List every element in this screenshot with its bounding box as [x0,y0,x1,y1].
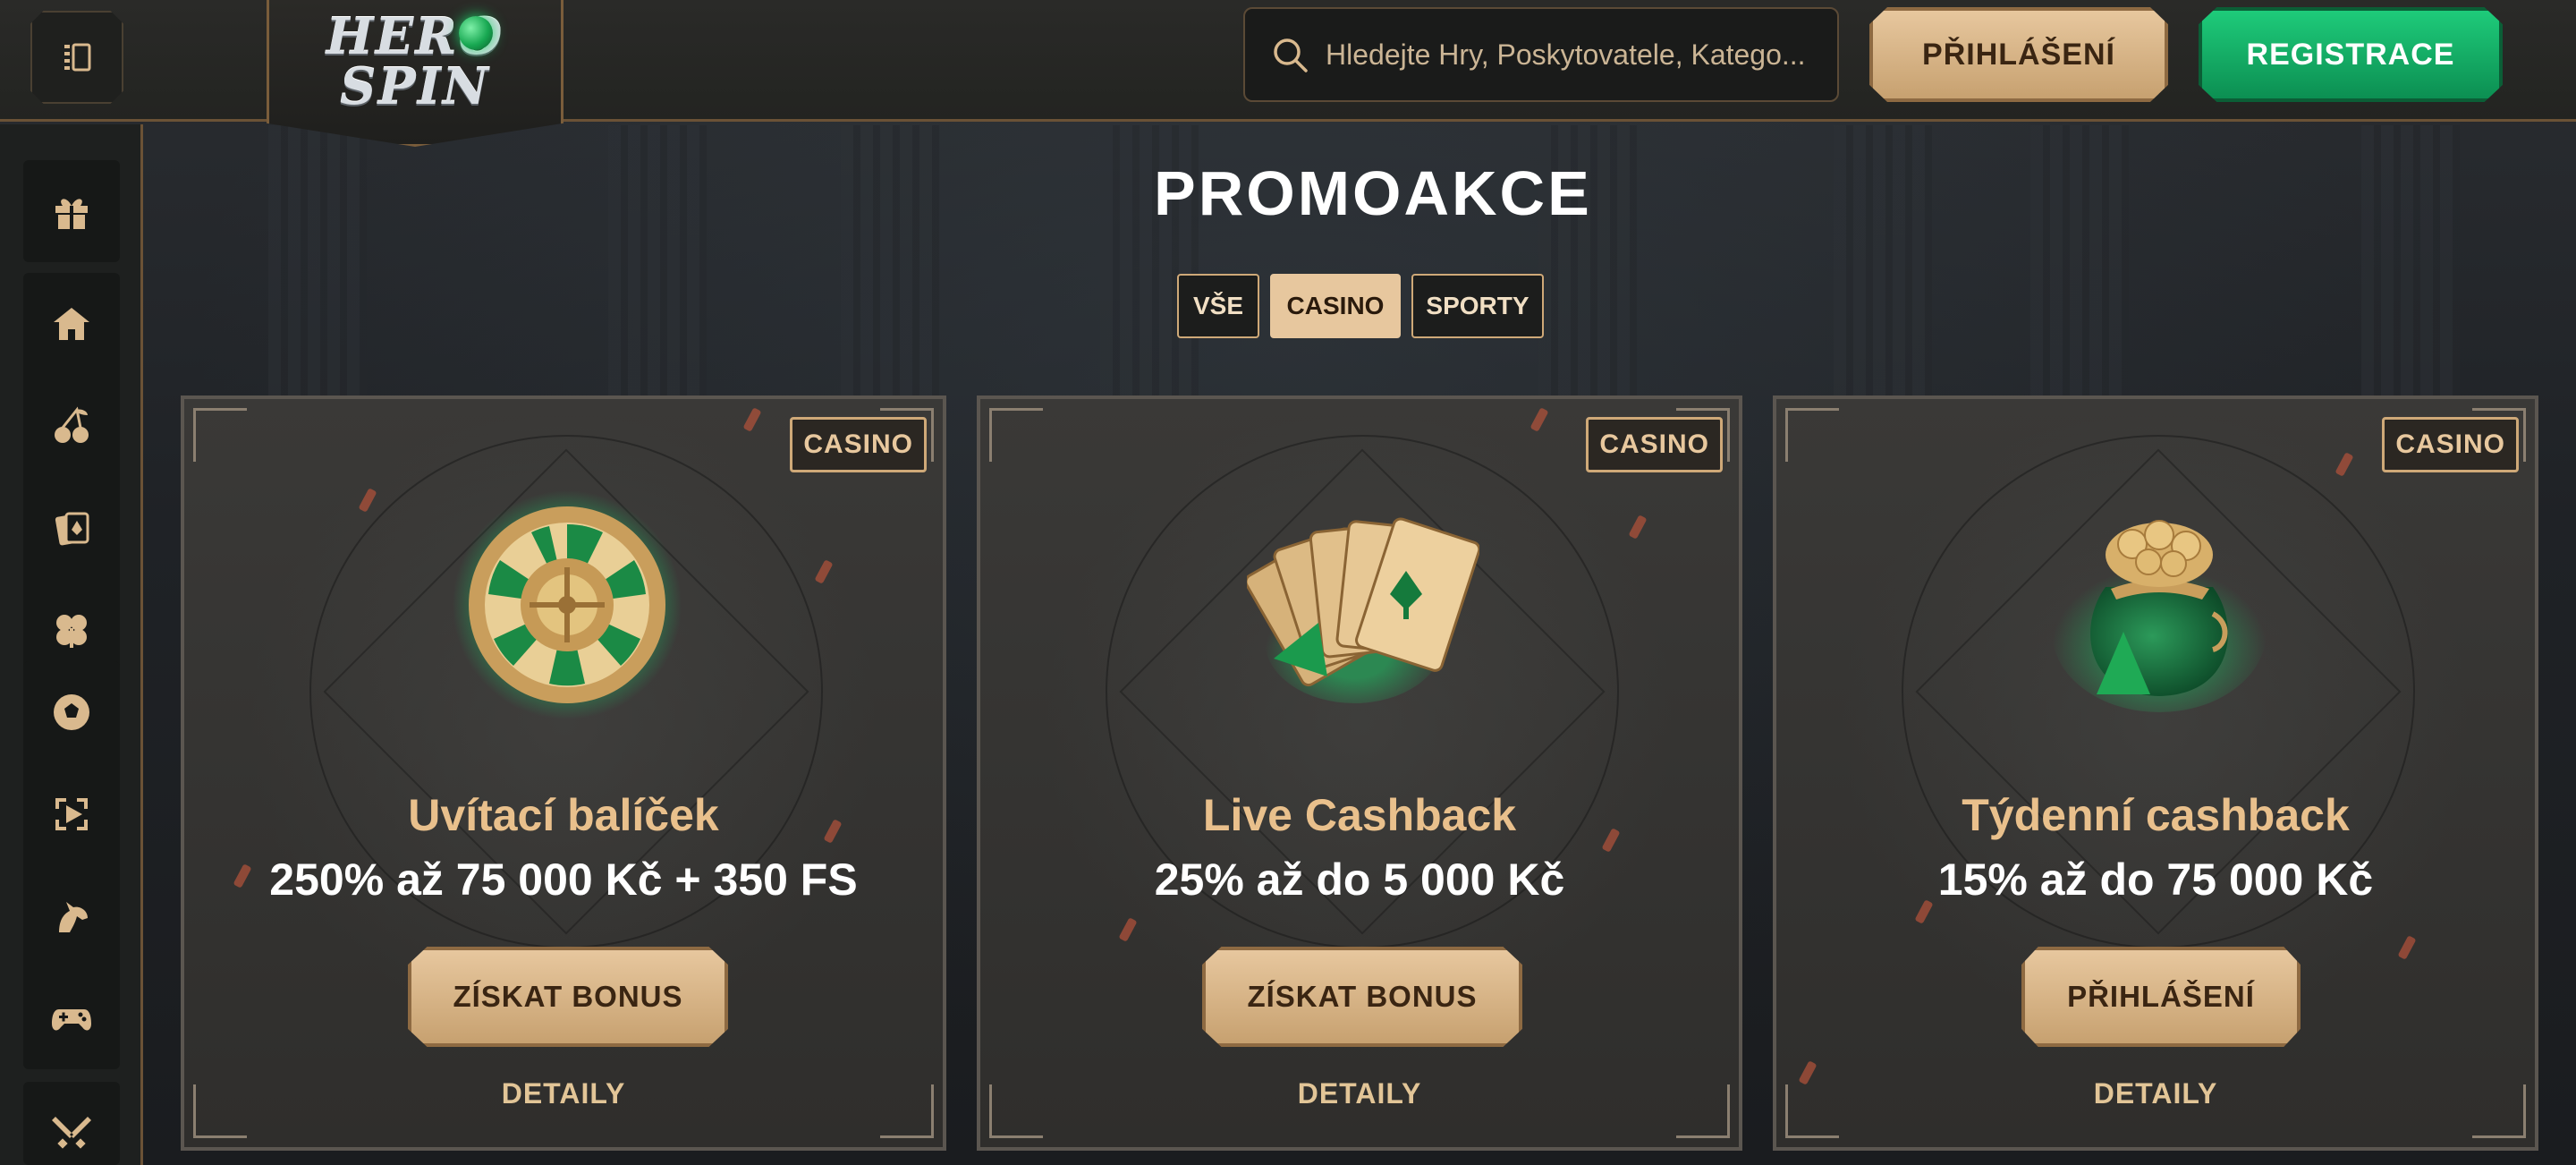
details-link[interactable]: DETAILY [1776,1077,2535,1110]
home-icon [54,308,89,340]
background-column [268,125,367,403]
page-title: PROMOAKCE [1154,158,1592,228]
ember-decoration [2397,935,2417,960]
football-icon [54,694,89,730]
promo-card: CASINO Uvítací balíček 250% až 75 000 Kč… [181,395,946,1151]
ember-decoration [814,559,834,584]
sidebar-item-racing[interactable] [23,865,120,967]
background-column [2030,125,2129,403]
search-bar[interactable] [1243,7,1839,102]
category-badge: CASINO [2382,417,2519,472]
login-button[interactable]: PŘIHLÁŠENÍ [2021,947,2301,1047]
menu-toggle-button[interactable] [30,11,123,104]
sidebar-group-esports [23,1082,120,1165]
search-input[interactable] [1326,38,1826,72]
card-offer: 15% až do 75 000 Kč [1937,855,2374,905]
ember-decoration [1530,407,1549,432]
ember-decoration [1628,514,1648,540]
sidebar-group-sport [23,661,120,1069]
promo-card: CASINO Týdenní cashback 15% až do 75 000… [1773,395,2538,1151]
card-offer: 250% až 75 000 Kč + 350 FS [269,855,858,905]
card-corner-ornament [1785,408,1839,462]
gamepad-icon [52,1009,91,1031]
logo-text-bottom: SPIN [340,56,490,116]
card-title: Týdenní cashback [1962,790,2350,840]
sidebar-group-casino [23,273,120,681]
background-column [2361,125,2460,403]
ember-decoration [1118,917,1138,942]
card-corner-ornament [193,408,247,462]
background-column [841,125,939,403]
promo-card: CASINO Live Cashback 25% až do 5 000 Kč … [977,395,1742,1151]
playing-cards-icon [1247,517,1479,703]
money-bag-icon [2052,520,2267,712]
cards-icon [55,512,89,546]
filter-tab-sports[interactable]: SPORTY [1411,274,1544,338]
background-column [1834,125,1932,403]
swords-icon [52,1117,91,1149]
live-play-icon [55,798,88,830]
sidebar-item-home[interactable] [23,273,120,375]
card-title: Uvítací balíček [408,790,719,840]
sidebar-item-games[interactable] [23,967,120,1069]
filter-tab-casino[interactable]: CASINO [1270,274,1401,338]
details-link[interactable]: DETAILY [184,1077,943,1110]
search-icon [1274,38,1308,72]
claim-bonus-button[interactable]: ZÍSKAT BONUS [1202,947,1522,1047]
filter-tab-all[interactable]: VŠE [1177,274,1259,338]
logo[interactable]: HERO SPIN [267,0,564,147]
card-title: Live Cashback [1202,790,1517,840]
details-link[interactable]: DETAILY [980,1077,1739,1110]
gift-icon [55,199,88,229]
horse-icon [59,902,88,932]
category-badge: CASINO [1586,417,1723,472]
sidebar-item-sports[interactable] [23,661,120,763]
sidebar-item-live[interactable] [23,763,120,865]
sidebar-item-esports[interactable] [23,1082,120,1165]
sidebar-item-slots[interactable] [23,375,120,477]
register-button[interactable]: REGISTRACE [2199,7,2503,102]
claim-bonus-button[interactable]: ZÍSKAT BONUS [408,947,728,1047]
login-button[interactable]: PŘIHLÁŠENÍ [1869,7,2168,102]
ember-decoration [358,488,377,513]
sidebar [0,124,143,1165]
sidebar-item-promotions[interactable] [23,160,120,262]
sidebar-item-table-games[interactable] [23,477,120,579]
cherry-icon [55,406,89,443]
card-offer: 25% až do 5 000 Kč [1154,855,1565,905]
menu-icon [64,43,91,72]
sidebar-group-promo [23,160,120,262]
logo-gem-icon [459,16,493,50]
card-corner-ornament [989,408,1043,462]
roulette-wheel-icon [453,490,682,719]
background-column [608,125,707,403]
category-badge: CASINO [790,417,927,472]
ember-decoration [2334,452,2354,477]
clover-icon [56,615,87,648]
ember-decoration [742,407,762,432]
